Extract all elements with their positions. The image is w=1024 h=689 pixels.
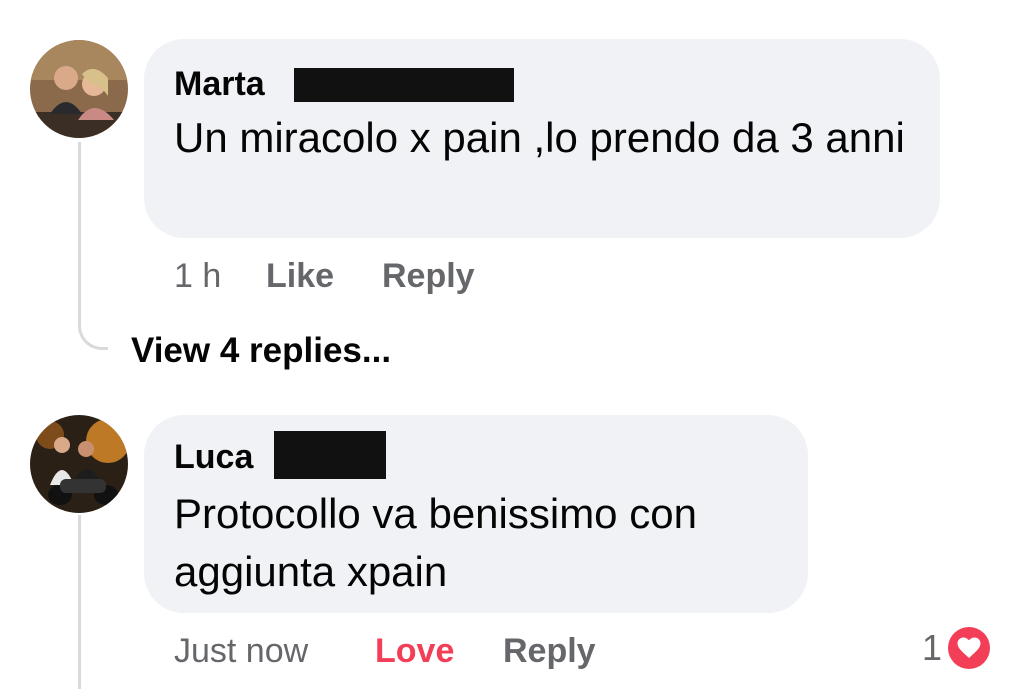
thread-connector-line	[78, 142, 81, 324]
reply-button[interactable]: Reply	[503, 631, 596, 671]
redaction-bar	[294, 68, 514, 102]
comment-timestamp[interactable]: Just now	[174, 631, 308, 671]
comment-author[interactable]: Marta	[174, 64, 265, 104]
reply-button[interactable]: Reply	[382, 256, 475, 296]
comment-text: Un miracolo x pain ,lo prendo da 3 anni	[174, 114, 905, 161]
clipped-previous-text	[420, 0, 490, 6]
love-reaction-button[interactable]: Love	[375, 631, 454, 671]
redaction-bar	[274, 431, 386, 479]
reaction-summary[interactable]: 1	[922, 626, 991, 670]
comment-bubble: Marta Un miracolo x pain ,lo prendo da 3…	[144, 39, 940, 238]
comment-bubble: Luca Protocollo va benissimo con aggiunt…	[144, 415, 808, 613]
thread-connector-line	[78, 515, 81, 689]
avatar-photo	[30, 415, 128, 513]
avatar[interactable]	[30, 40, 128, 138]
like-button[interactable]: Like	[266, 256, 334, 296]
avatar-photo	[30, 40, 128, 138]
heart-icon	[948, 627, 991, 669]
thread-connector-curve	[78, 300, 108, 350]
view-replies-link[interactable]: View 4 replies...	[131, 330, 391, 372]
comment-timestamp[interactable]: 1 h	[174, 256, 221, 296]
comment-author[interactable]: Luca	[174, 437, 253, 477]
comment-text: Protocollo va benissimo con aggiunta xpa…	[174, 490, 697, 595]
reaction-count: 1	[922, 627, 943, 668]
avatar[interactable]	[30, 415, 128, 513]
